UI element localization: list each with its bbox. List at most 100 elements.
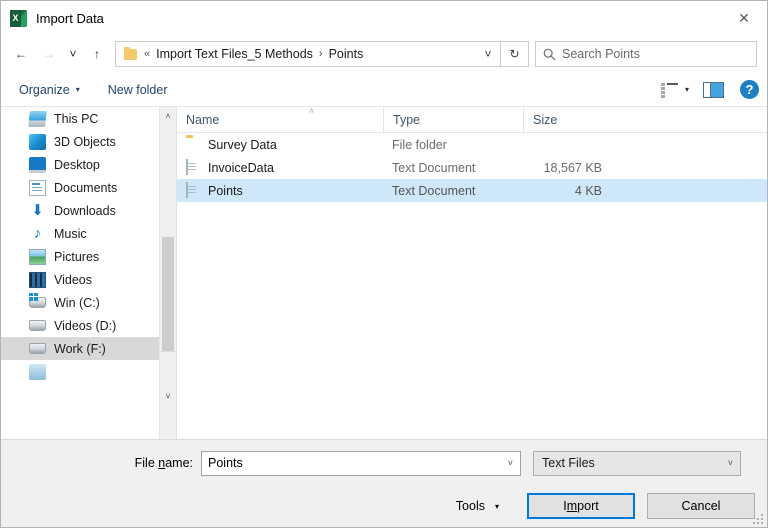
column-header-label: Type — [393, 113, 421, 127]
desktop-icon — [29, 156, 46, 173]
file-name-label: Survey Data — [208, 137, 277, 152]
sidebar-item-label: This PC — [54, 111, 99, 126]
sidebar-item-desktop[interactable]: Desktop — [1, 153, 176, 176]
navigation-pane: This PC 3D Objects Desktop Documents ⬇ D… — [1, 107, 177, 439]
organize-label: Organize — [19, 82, 70, 97]
resize-grip[interactable] — [753, 514, 764, 525]
tools-button[interactable]: Tools ▾ — [456, 499, 499, 513]
chevron-down-icon: ▾ — [75, 85, 80, 94]
pictures-icon — [29, 248, 46, 265]
search-input[interactable]: Search Points — [535, 41, 757, 67]
sidebar-item-3d-objects[interactable]: 3D Objects — [1, 130, 176, 153]
help-icon[interactable]: ? — [740, 80, 759, 99]
file-name-cell: Points — [177, 181, 383, 199]
window-title: Import Data — [36, 10, 104, 26]
button-row: Tools ▾ Im port Cancel — [1, 486, 767, 526]
tools-label: Tools — [455, 499, 485, 513]
chevron-down-icon[interactable]: ˅ — [508, 458, 513, 468]
new-folder-button[interactable]: New folder — [108, 83, 168, 97]
file-type-cell: Text Document — [392, 183, 476, 198]
table-row[interactable]: Survey Data File folder — [177, 133, 767, 156]
back-icon[interactable]: ← — [7, 40, 35, 68]
filename-label-post: ame: — [165, 456, 193, 470]
column-header-type[interactable]: Type — [383, 106, 523, 132]
sidebar-item-pictures[interactable]: Pictures — [1, 245, 176, 268]
file-type-cell: File folder — [392, 137, 447, 152]
breadcrumb-separator-icon: › — [318, 48, 323, 60]
pc-icon — [28, 110, 47, 127]
filename-label-pre: File — [134, 456, 159, 470]
organize-button[interactable]: Organize ▾ — [19, 83, 80, 97]
table-row[interactable]: InvoiceData Text Document 18,567 KB — [177, 156, 767, 179]
sidebar-item-label: 3D Objects — [54, 134, 116, 149]
sidebar-item-downloads[interactable]: ⬇ Downloads — [1, 199, 176, 222]
file-type-value: Text Files — [542, 456, 595, 470]
drive-icon — [29, 343, 46, 354]
sort-ascending-icon: ˄ — [309, 106, 315, 116]
breadcrumb-item-1[interactable]: Points — [329, 47, 364, 61]
documents-icon — [29, 179, 46, 196]
downloads-icon: ⬇ — [31, 201, 44, 219]
sidebar-item-this-pc[interactable]: This PC — [1, 107, 176, 130]
sidebar-item-work-f[interactable]: Work (F:) — [1, 337, 176, 360]
sidebar-item-label: Work (F:) — [54, 341, 106, 356]
filename-value: Points — [208, 456, 243, 470]
sidebar-scrollbar[interactable]: ˄ ˅ — [159, 107, 176, 439]
breadcrumb-item-0[interactable]: Import Text Files_5 Methods — [156, 47, 313, 61]
view-options-chevron-down-icon[interactable]: ▾ — [685, 85, 689, 94]
excel-icon — [10, 9, 27, 27]
import-label-accel: m — [566, 499, 578, 513]
sidebar-item-label: Win (C:) — [54, 295, 100, 310]
breadcrumb-overflow-icon[interactable]: « — [144, 48, 150, 60]
music-icon: ♪ — [33, 224, 42, 242]
table-row[interactable]: Points Text Document 4 KB — [177, 179, 767, 202]
sidebar-item-videos[interactable]: Videos — [1, 268, 176, 291]
filename-input[interactable]: Points ˅ — [201, 450, 521, 476]
folder-icon — [186, 137, 200, 153]
command-toolbar: Organize ▾ New folder ▾ ? — [1, 73, 767, 107]
file-size-cell: 4 KB — [574, 183, 602, 198]
file-size-cell: 18,567 KB — [543, 160, 602, 175]
forward-icon: → — [43, 47, 55, 61]
up-icon[interactable]: ↑ — [83, 40, 111, 68]
sidebar-item-win-c[interactable]: Win (C:) — [1, 291, 176, 314]
file-name-cell: InvoiceData — [177, 158, 383, 176]
browser-area: This PC 3D Objects Desktop Documents ⬇ D… — [1, 106, 767, 439]
drive-icon — [29, 320, 46, 331]
file-list-empty-space[interactable] — [177, 202, 767, 439]
chevron-down-icon[interactable]: ˅ — [476, 42, 500, 66]
file-type-cell: Text Document — [392, 160, 476, 175]
file-type-select[interactable]: Text Files ˅ — [533, 450, 741, 476]
address-bar[interactable]: « Import Text Files_5 Methods › Points ˅ — [115, 41, 501, 67]
scroll-up-icon[interactable]: ˄ — [160, 107, 176, 124]
sidebar-item-partial[interactable] — [1, 360, 176, 383]
chevron-down-icon: ▾ — [494, 501, 499, 511]
title-bar: Import Data ✕ — [1, 1, 767, 35]
sidebar-item-videos-d[interactable]: Videos (D:) — [1, 314, 176, 337]
import-label-post: port — [577, 499, 599, 513]
file-name-label: Points — [208, 183, 243, 198]
file-name-label: InvoiceData — [208, 160, 275, 175]
import-data-dialog: Import Data ✕ ← → ˅ ↑ « Import Text File… — [0, 0, 768, 528]
3d-objects-icon — [29, 133, 46, 150]
sidebar-item-documents[interactable]: Documents — [1, 176, 176, 199]
scroll-down-icon[interactable]: ˅ — [160, 351, 176, 439]
import-button[interactable]: Im port — [527, 493, 635, 519]
refresh-icon[interactable]: ↻ — [501, 41, 529, 67]
column-headers: ˄ Name Type Size — [177, 106, 767, 133]
chevron-down-icon[interactable]: ˅ — [728, 458, 733, 468]
file-name-cell: Survey Data — [177, 137, 383, 153]
cancel-button[interactable]: Cancel — [647, 493, 755, 519]
close-icon[interactable]: ✕ — [721, 2, 767, 35]
column-header-label: Name — [186, 113, 220, 127]
column-header-size[interactable]: Size — [523, 106, 609, 132]
view-options-icon[interactable] — [660, 82, 678, 98]
dialog-footer: File name: Points ˅ Text Files ˅ Tools ▾… — [1, 439, 767, 527]
folder-icon — [124, 46, 137, 60]
text-document-icon — [186, 181, 200, 199]
sidebar-item-music[interactable]: ♪ Music — [1, 222, 176, 245]
column-header-name[interactable]: ˄ Name — [177, 106, 383, 132]
preview-pane-icon[interactable] — [703, 81, 724, 98]
filename-row: File name: Points ˅ Text Files ˅ — [1, 440, 767, 486]
recent-locations-icon[interactable]: ˅ — [63, 40, 83, 68]
